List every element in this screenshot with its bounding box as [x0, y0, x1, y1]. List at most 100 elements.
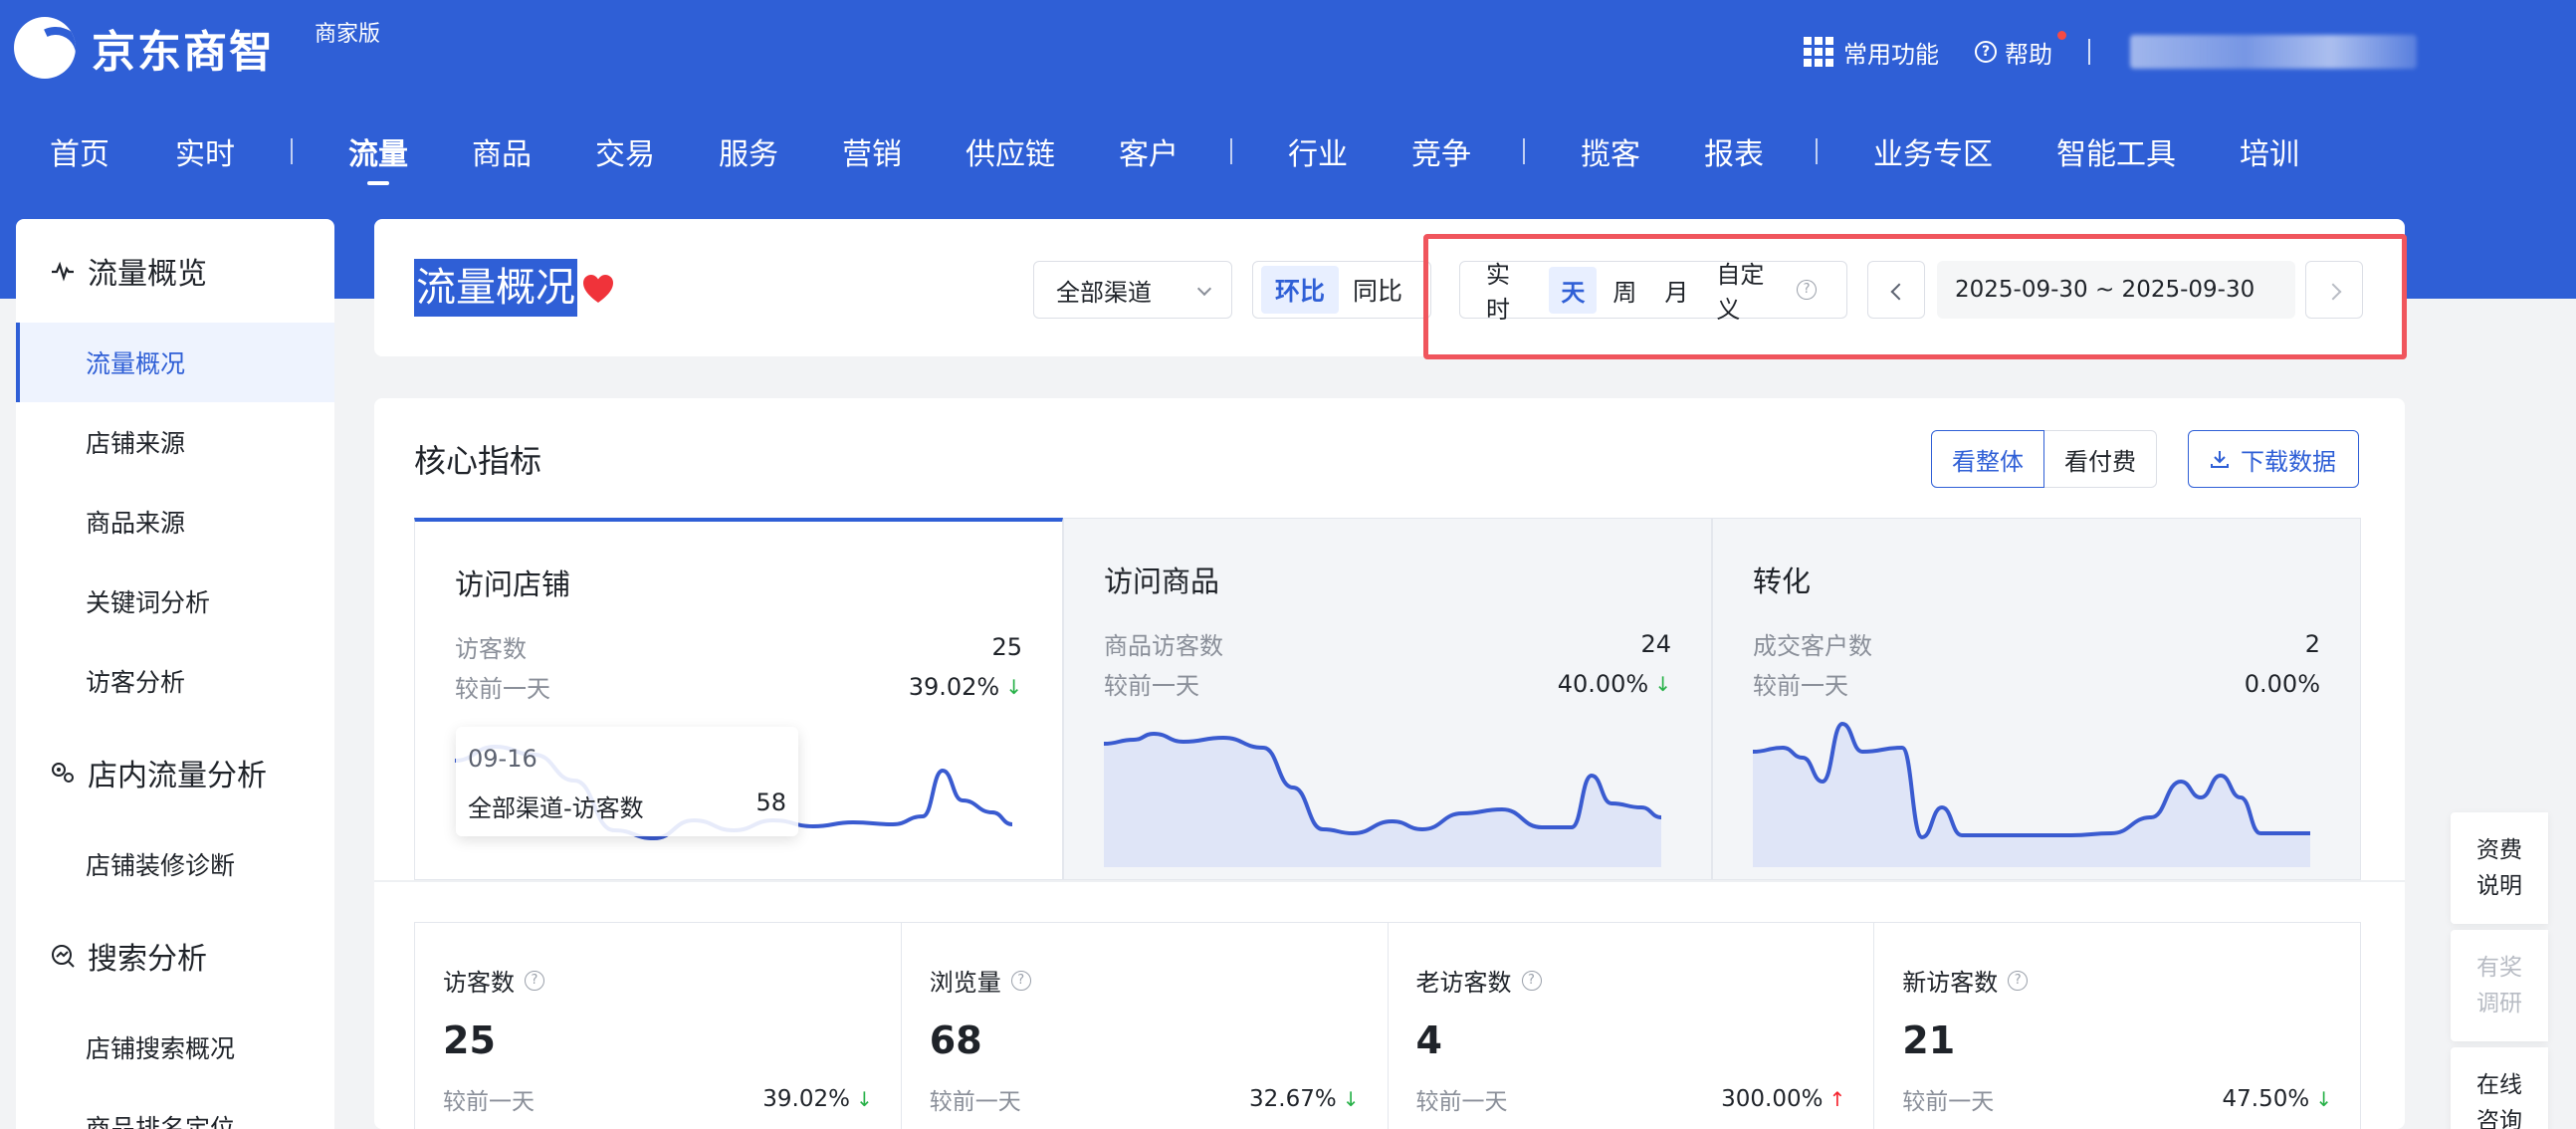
help-button[interactable]: ? 帮助: [1975, 30, 2066, 70]
nav-realtime[interactable]: 实时: [175, 127, 235, 175]
date-next-button[interactable]: [2305, 261, 2363, 319]
question-icon[interactable]: ?: [1521, 970, 1542, 991]
section-divider: [374, 880, 2405, 882]
nav-acquire[interactable]: 揽客: [1581, 127, 1640, 175]
metric-label: 访客数: [455, 635, 527, 663]
sidebar-group-search-analysis[interactable]: 搜索分析: [16, 904, 334, 1008]
stat-value: 68: [929, 1018, 982, 1062]
metric-compare-row: 较前一天 0.00%: [1753, 666, 2320, 701]
nav-traffic[interactable]: 流量: [348, 127, 408, 175]
compare-mom-option[interactable]: 环比: [1261, 266, 1340, 314]
period-month[interactable]: 月: [1652, 267, 1700, 314]
sidebar-item-store-source[interactable]: 店铺来源: [16, 402, 334, 482]
help-label: 帮助: [2005, 40, 2052, 69]
arrow-down-icon: ↓: [1005, 674, 1022, 699]
question-icon[interactable]: ?: [2008, 970, 2029, 991]
sidebar-group-label: 流量概览: [88, 257, 207, 292]
nav-supply-chain[interactable]: 供应链: [966, 127, 1055, 175]
metric-tab-conversion[interactable]: 转化 成交客户数 2 较前一天 0.00%: [1712, 518, 2361, 880]
stat-value: 21: [1902, 1018, 1956, 1062]
view-all-button[interactable]: 看整体: [1931, 430, 2044, 488]
compare-label: 较前一天: [1902, 1089, 1995, 1115]
tool-label-line1: 资费: [2476, 837, 2522, 863]
nav-training[interactable]: 培训: [2240, 127, 2299, 175]
nav-reports[interactable]: 报表: [1704, 127, 1764, 175]
compare-value: 32.67%: [1249, 1086, 1337, 1112]
pricing-info-button[interactable]: 资费 说明: [2451, 812, 2548, 924]
help-icon: ?: [1975, 41, 1997, 63]
nav-trade[interactable]: 交易: [595, 127, 655, 175]
nav-product[interactable]: 商品: [472, 127, 532, 175]
grid-icon: [1804, 37, 1833, 67]
compare-value: 47.50%: [2222, 1086, 2310, 1112]
view-paid-button[interactable]: 看付费: [2044, 430, 2157, 488]
channel-select[interactable]: 全部渠道: [1033, 261, 1232, 319]
divider: [2088, 39, 2090, 65]
sidebar: 流量概览 流量概况 店铺来源 商品来源 关键词分析 访客分析 店内流量分析 店铺…: [16, 219, 334, 1129]
download-icon: [2211, 451, 2229, 468]
arrow-up-icon: ↑: [1828, 1087, 1846, 1111]
stat-returning-visitors: 老访客数? 4 较前一天 300.00% ↑: [1389, 923, 1875, 1129]
page-header-card: 流量概况 全部渠道 环比 同比 实时 天 周 月 自定义 ? 2025-09-3…: [374, 219, 2405, 356]
period-week[interactable]: 周: [1601, 267, 1648, 314]
date-prev-button[interactable]: [1867, 261, 1925, 319]
favorite-heart-icon[interactable]: [581, 273, 615, 307]
arrow-down-icon: ↓: [1654, 671, 1671, 696]
download-label: 下载数据: [2241, 447, 2336, 476]
nav-smart-tools[interactable]: 智能工具: [2056, 127, 2176, 175]
nav-competition[interactable]: 竞争: [1411, 127, 1471, 175]
period-realtime[interactable]: 实时: [1474, 249, 1545, 331]
logo-text: 京东商智: [92, 27, 275, 78]
question-icon[interactable]: ?: [1010, 970, 1031, 991]
period-selector: 实时 天 周 月 自定义 ?: [1459, 261, 1847, 324]
sidebar-item-keyword-analysis[interactable]: 关键词分析: [16, 562, 334, 641]
view-toggle: 看整体 看付费: [1931, 430, 2157, 488]
period-custom[interactable]: 自定义 ?: [1704, 249, 1828, 331]
sidebar-item-product-source[interactable]: 商品来源: [16, 482, 334, 562]
sidebar-item-traffic-overview[interactable]: 流量概况: [16, 323, 334, 402]
question-icon[interactable]: ?: [1797, 280, 1817, 300]
chevron-down-icon: [1196, 281, 1212, 297]
logo-mark-icon: [14, 17, 76, 79]
sidebar-item-store-decoration[interactable]: 店铺装修诊断: [16, 824, 334, 904]
sidebar-group-instore-traffic[interactable]: 店内流量分析: [16, 721, 334, 824]
date-range-picker[interactable]: 2025-09-30 ~ 2025-09-30: [1937, 261, 2295, 319]
online-consult-button[interactable]: 在线 咨询: [2451, 1047, 2548, 1129]
question-icon[interactable]: ?: [525, 970, 544, 991]
download-data-button[interactable]: 下载数据: [2188, 430, 2359, 488]
nav-marketing[interactable]: 营销: [842, 127, 902, 175]
sidebar-group-label: 店内流量分析: [88, 759, 267, 793]
nav-industry[interactable]: 行业: [1288, 127, 1348, 175]
sidebar-item-visitor-analysis[interactable]: 访客分析: [16, 641, 334, 721]
sidebar-item-product-ranking[interactable]: 商品排名定位: [16, 1087, 334, 1129]
compare-value: 300.00%: [1721, 1086, 1824, 1112]
metric-row: 商品访客数 24: [1104, 626, 1671, 661]
stats-row: 访客数? 25 较前一天 39.02% ↓ 浏览量? 68 较前一天 32.67% ↓ …: [414, 922, 2361, 1129]
sidebar-item-store-search-overview[interactable]: 店铺搜索概况: [16, 1008, 334, 1087]
nav-service[interactable]: 服务: [719, 127, 778, 175]
logo[interactable]: 京东商智: [14, 16, 275, 80]
stat-visitors: 访客数? 25 较前一天 39.02% ↓: [415, 923, 902, 1129]
nav-business-zone[interactable]: 业务专区: [1873, 127, 1993, 175]
period-day[interactable]: 天: [1549, 266, 1598, 314]
common-functions-button[interactable]: 常用功能: [1804, 35, 1939, 70]
nav-home[interactable]: 首页: [50, 127, 109, 175]
user-account-blurred[interactable]: [2130, 35, 2417, 69]
sparkline-visit-product: [1104, 731, 1661, 867]
search-chart-icon: [52, 945, 75, 968]
sidebar-group-traffic-overview[interactable]: 流量概览: [16, 219, 334, 323]
page-title: 流量概况: [414, 259, 577, 317]
metric-tab-visit-product[interactable]: 访问商品 商品访客数 24 较前一天 40.00% ↓: [1063, 518, 1712, 880]
survey-button[interactable]: 有奖 调研: [2451, 930, 2548, 1041]
compare-label: 较前一天: [1104, 672, 1199, 700]
compare-yoy-option[interactable]: 同比: [1339, 266, 1416, 314]
nav-customer[interactable]: 客户: [1119, 127, 1179, 175]
common-functions-label: 常用功能: [1843, 40, 1939, 69]
metric-compare-row: 较前一天 40.00% ↓: [1104, 666, 1671, 701]
floating-tools: 资费 说明 有奖 调研 在线 咨询: [2451, 812, 2548, 1129]
compare-label: 较前一天: [1753, 672, 1848, 700]
metric-row: 成交客户数 2: [1753, 626, 2320, 661]
nav-divider: [1230, 138, 1232, 164]
tooltip-date: 09-16: [468, 745, 537, 773]
stat-label: 浏览量: [929, 969, 1001, 997]
